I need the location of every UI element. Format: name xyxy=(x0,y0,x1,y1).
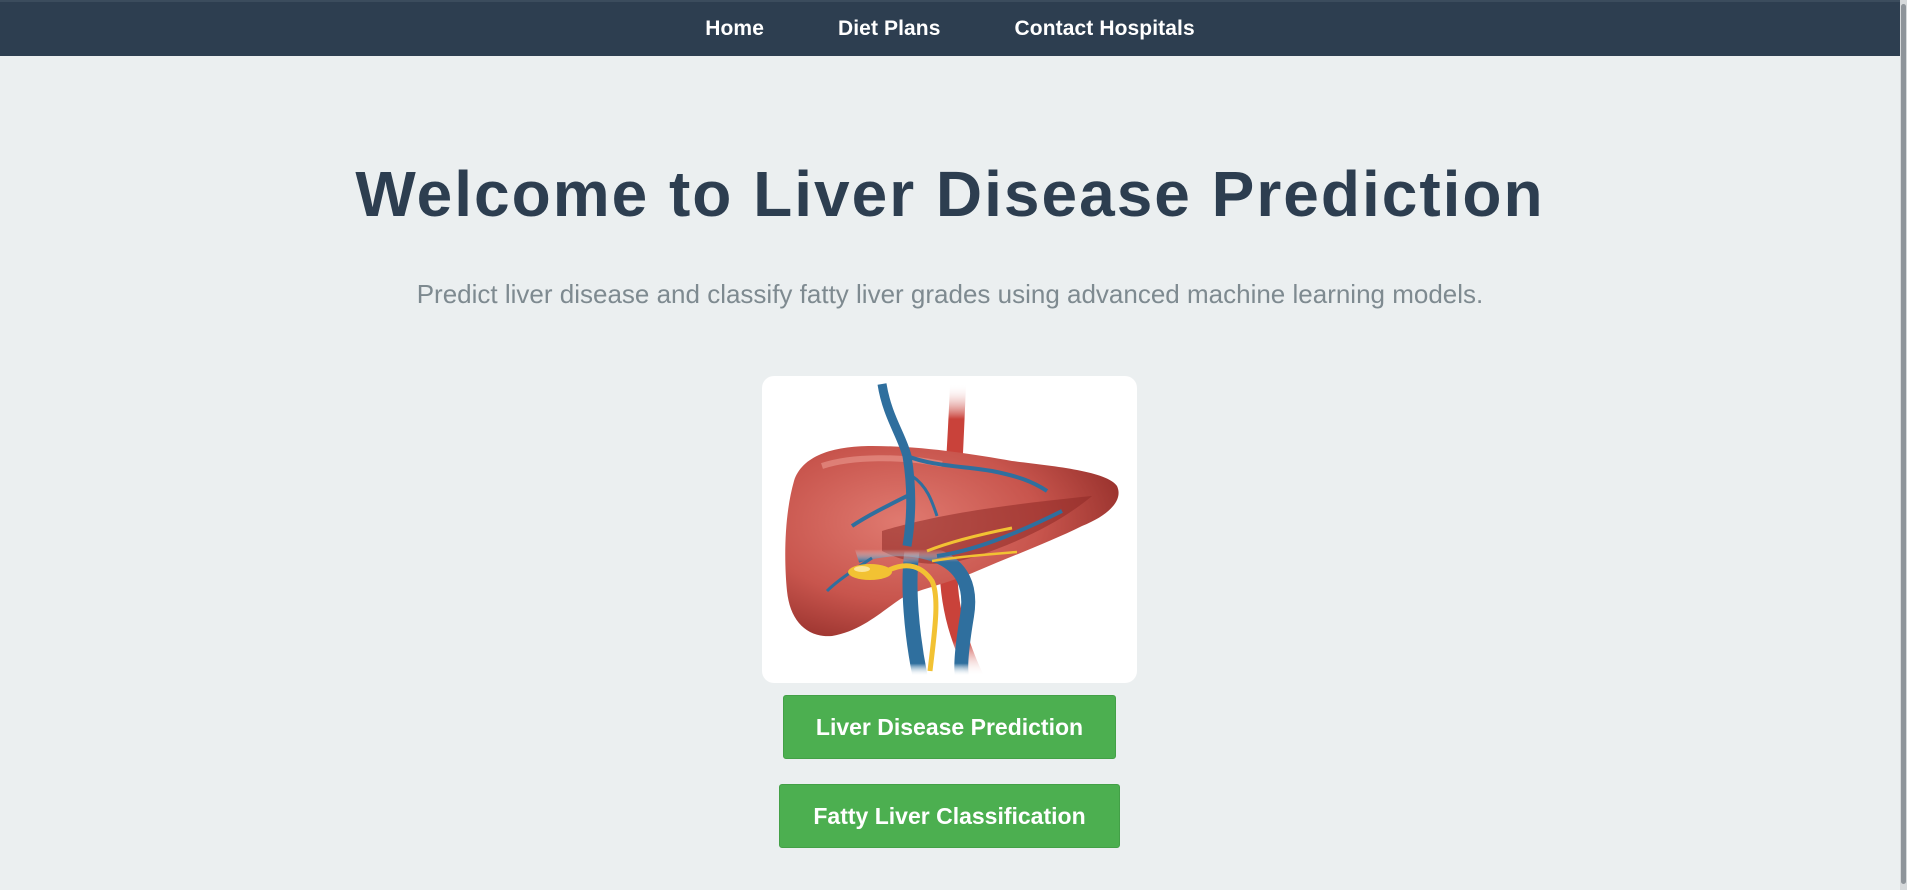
page-title: Welcome to Liver Disease Prediction xyxy=(355,158,1545,230)
nav-diet-plans-link[interactable]: Diet Plans xyxy=(838,17,941,41)
top-navbar: Home Diet Plans Contact Hospitals xyxy=(0,0,1900,56)
liver-image-card xyxy=(762,376,1137,683)
scrollbar-thumb[interactable] xyxy=(1901,4,1906,884)
liver-illustration-icon xyxy=(785,383,1119,678)
nav-home-link[interactable]: Home xyxy=(705,17,764,41)
liver-disease-prediction-button[interactable]: Liver Disease Prediction xyxy=(783,695,1116,759)
page-subtitle: Predict liver disease and classify fatty… xyxy=(416,279,1484,309)
vertical-scrollbar[interactable] xyxy=(1900,0,1907,890)
fatty-liver-classification-button[interactable]: Fatty Liver Classification xyxy=(779,784,1120,848)
nav-contact-hospitals-link[interactable]: Contact Hospitals xyxy=(1015,17,1195,41)
